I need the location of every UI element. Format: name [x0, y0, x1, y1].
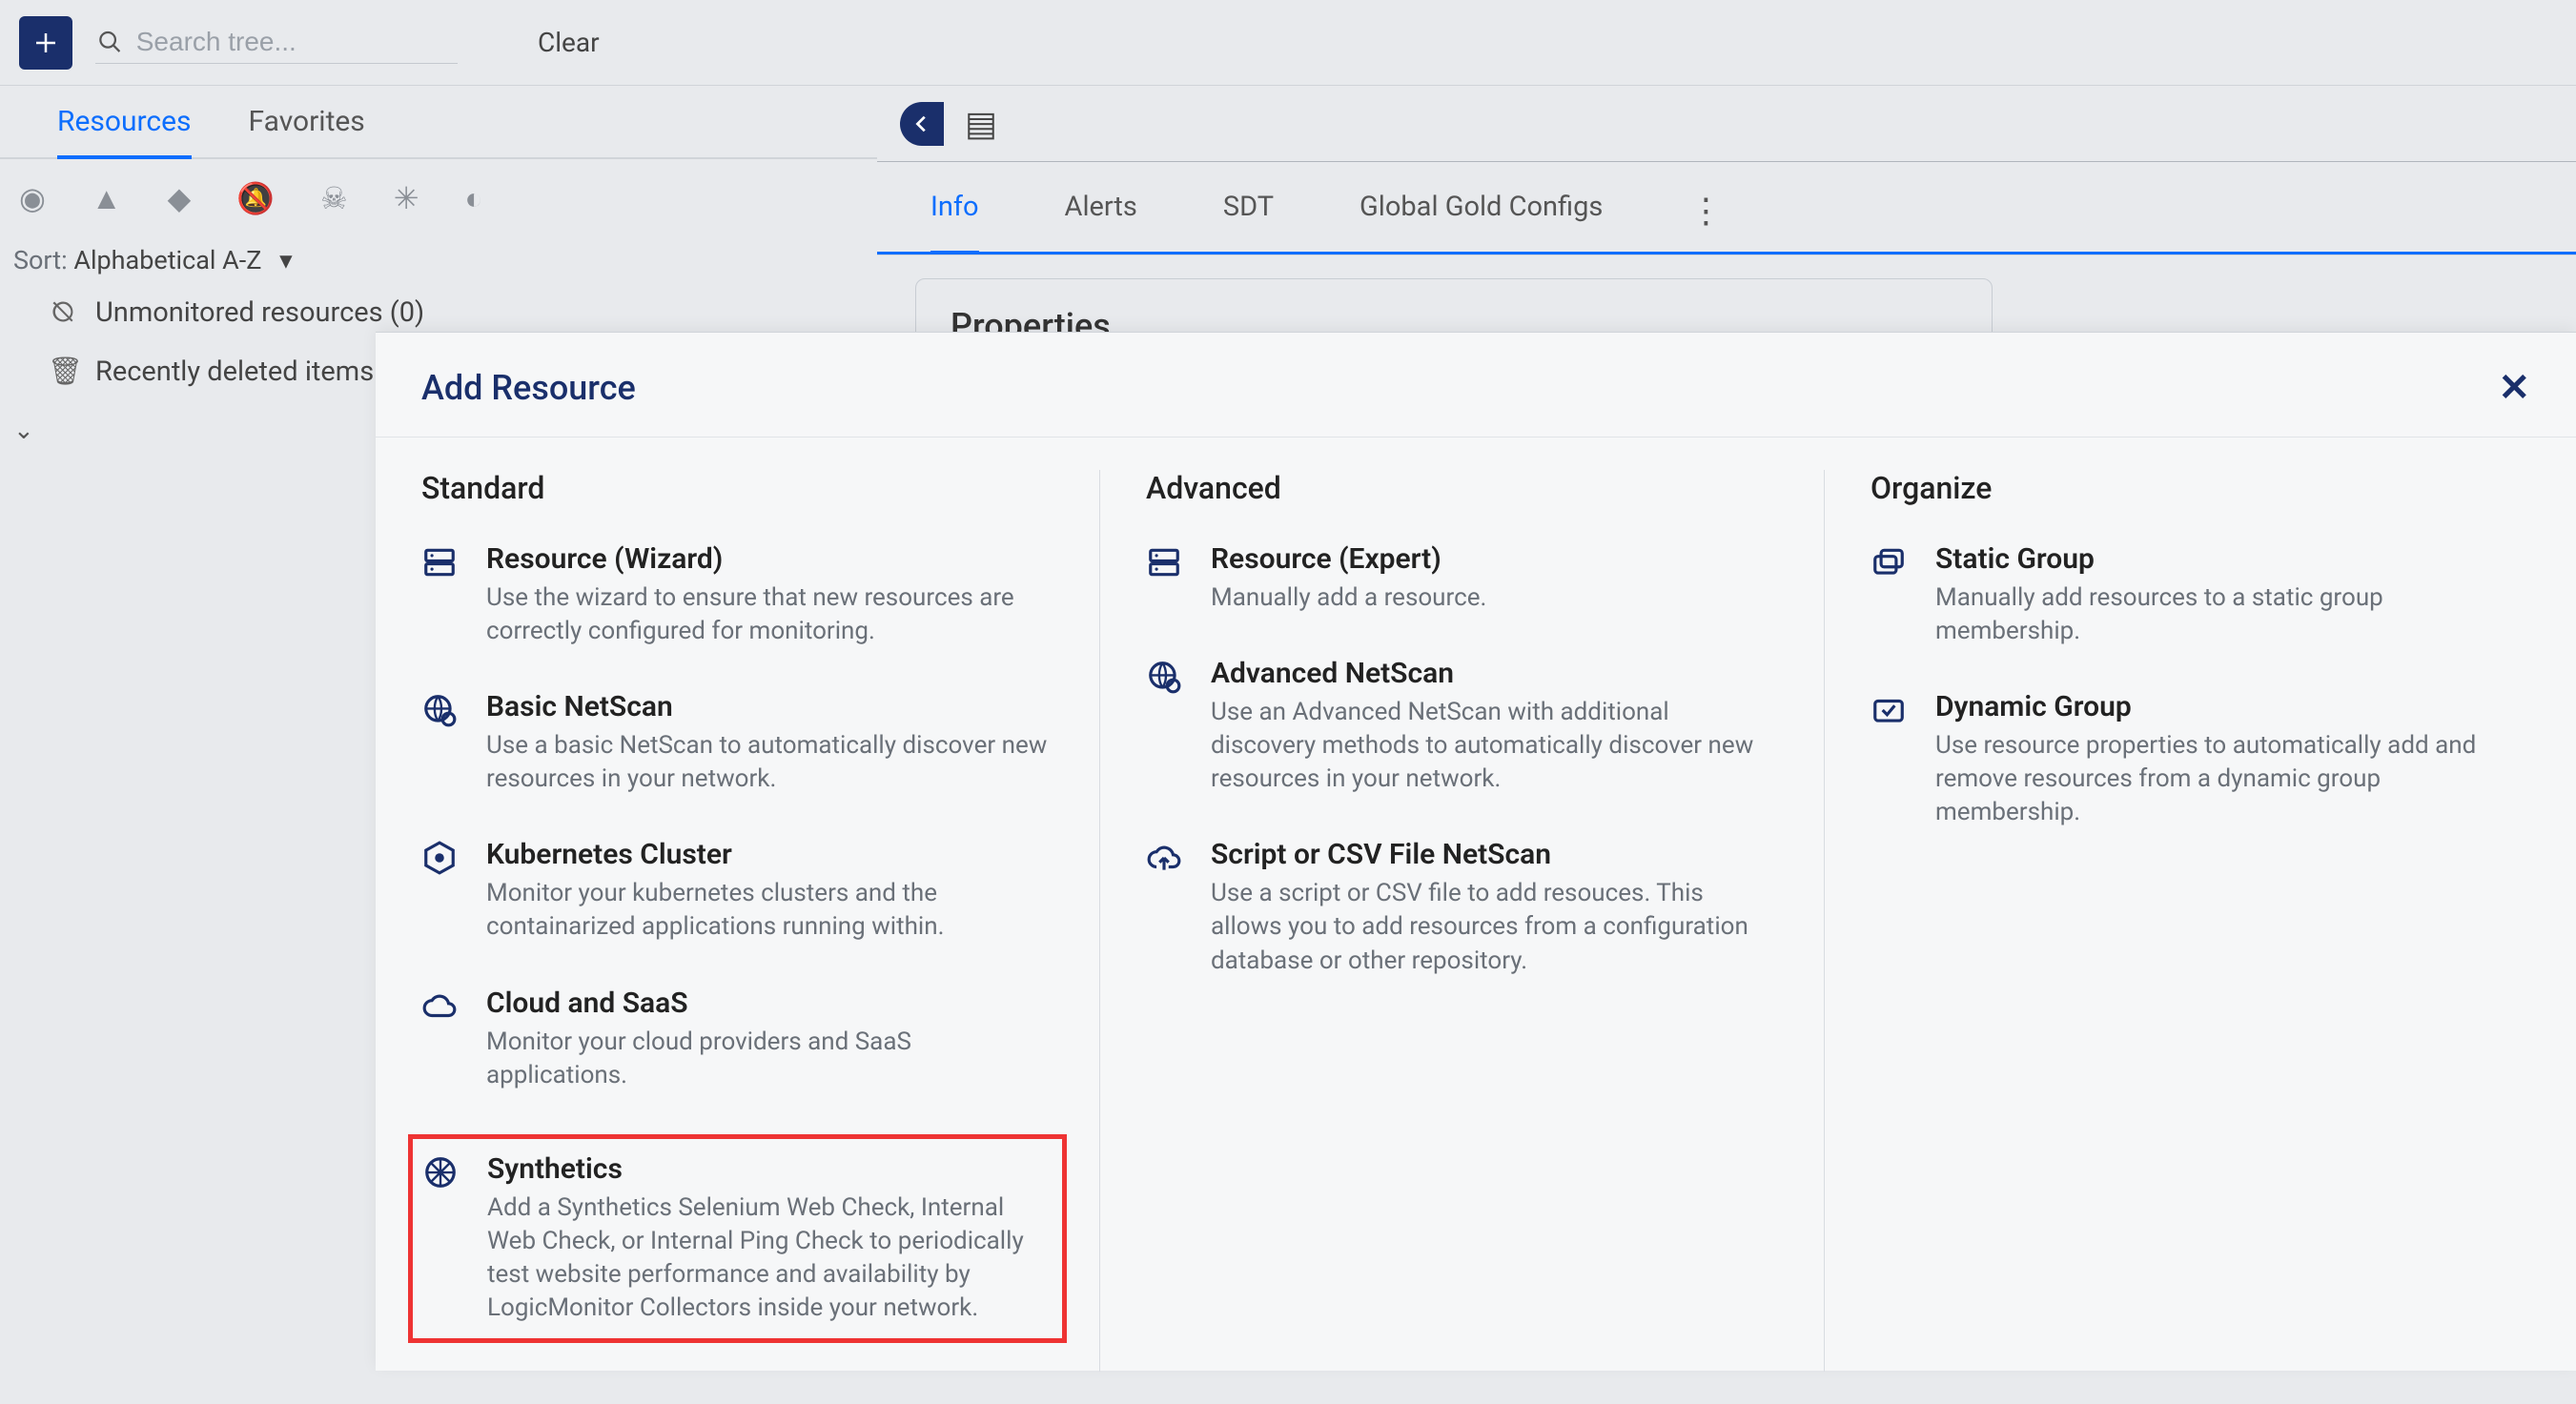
flame-icon[interactable]: ◉ [19, 180, 46, 216]
tab-favorites[interactable]: Favorites [249, 105, 365, 157]
synthetics-icon [422, 1152, 464, 1325]
diamond-icon[interactable]: ◆ [168, 180, 192, 216]
clear-button[interactable]: Clear [538, 27, 600, 58]
option-desc: Manually add a resource. [1211, 581, 1486, 615]
column-heading-organize: Organize [1871, 470, 2530, 506]
right-header: ▤ [877, 86, 2576, 162]
recent-deleted-label: Recently deleted items ( [95, 356, 390, 388]
left-tabs: Resources Favorites [0, 86, 877, 159]
tab-info[interactable]: Info [930, 191, 979, 254]
option-title: Advanced NetScan [1211, 657, 1778, 690]
option-desc: Monitor your kubernetes clusters and the… [486, 877, 1053, 944]
server-icon [1146, 542, 1188, 615]
search-container [95, 21, 458, 64]
modal-title: Add Resource [421, 368, 636, 408]
close-icon[interactable]: ✕ [2498, 365, 2530, 410]
option-title: Resource (Wizard) [486, 542, 1053, 576]
chevron-left-icon [911, 113, 932, 134]
sort-value: Alphabetical A-Z [73, 245, 261, 275]
skull-icon[interactable]: ☠ [320, 180, 348, 216]
add-resource-modal: Add Resource ✕ Standard Resource (Wizard… [376, 332, 2576, 1371]
tab-alerts[interactable]: Alerts [1065, 191, 1137, 252]
column-organize: Organize Static Group Manually add resou… [1825, 470, 2576, 1372]
option-resource-wizard[interactable]: Resource (Wizard) Use the wizard to ensu… [421, 542, 1053, 648]
server-icon [421, 542, 463, 648]
top-bar: Clear [0, 0, 2576, 86]
warning-icon[interactable]: ▲ [92, 180, 122, 216]
option-title: Basic NetScan [486, 690, 1053, 723]
moon-icon[interactable]: ◐ [465, 180, 483, 216]
kubernetes-icon [421, 838, 463, 944]
option-title: Dynamic Group [1935, 690, 2530, 723]
column-advanced: Advanced Resource (Expert) Manually add … [1100, 470, 1825, 1372]
cloud-upload-icon [1146, 838, 1188, 977]
option-desc: Use resource properties to automatically… [1935, 729, 2530, 829]
plus-icon [31, 29, 60, 57]
option-synthetics[interactable]: Synthetics Add a Synthetics Selenium Web… [408, 1134, 1067, 1343]
tab-resources[interactable]: Resources [57, 105, 192, 159]
option-advanced-netscan[interactable]: Advanced NetScan Use an Advanced NetScan… [1146, 657, 1778, 796]
cloud-icon [421, 987, 463, 1092]
chip-icon[interactable]: ✳ [394, 180, 419, 216]
column-standard: Standard Resource (Wizard) Use the wizar… [376, 470, 1100, 1372]
sort-label: Sort: [13, 245, 68, 275]
tab-more-menu[interactable]: ⋮ [1688, 191, 1727, 252]
option-script-csv-netscan[interactable]: Script or CSV File NetScan Use a script … [1146, 838, 1778, 977]
option-title: Synthetics [487, 1152, 1053, 1186]
option-kubernetes-cluster[interactable]: Kubernetes Cluster Monitor your kubernet… [421, 838, 1053, 944]
option-desc: Use an Advanced NetScan with additional … [1211, 696, 1778, 796]
option-title: Kubernetes Cluster [486, 838, 1053, 871]
trash-icon: 🗑 [48, 356, 78, 388]
bell-off-icon[interactable]: 🔕 [236, 180, 275, 216]
layout-icon[interactable]: ▤ [965, 104, 997, 144]
option-cloud-saas[interactable]: Cloud and SaaS Monitor your cloud provid… [421, 987, 1053, 1092]
folder-dynamic-icon [1871, 690, 1912, 829]
chevron-down-icon: ▾ [279, 245, 293, 275]
option-basic-netscan[interactable]: Basic NetScan Use a basic NetScan to aut… [421, 690, 1053, 796]
option-title: Static Group [1935, 542, 2530, 576]
option-desc: Monitor your cloud providers and SaaS ap… [486, 1026, 1053, 1092]
filter-icon-row: ◉ ▲ ◆ 🔕 ☠ ✳ ◐ [0, 159, 877, 237]
option-dynamic-group[interactable]: Dynamic Group Use resource properties to… [1871, 690, 2530, 829]
collapse-panel-button[interactable] [900, 102, 944, 146]
globe-scan-icon [421, 690, 463, 796]
option-desc: Add a Synthetics Selenium Web Check, Int… [487, 1191, 1053, 1325]
option-resource-expert[interactable]: Resource (Expert) Manually add a resourc… [1146, 542, 1778, 615]
globe-scan-icon [1146, 657, 1188, 796]
column-heading-advanced: Advanced [1146, 470, 1778, 506]
tab-sdt[interactable]: SDT [1223, 191, 1274, 252]
option-desc: Manually add resources to a static group… [1935, 581, 2530, 648]
search-input[interactable] [136, 27, 456, 57]
option-desc: Use a script or CSV file to add resouces… [1211, 877, 1778, 977]
option-title: Cloud and SaaS [486, 987, 1053, 1020]
search-icon [97, 28, 123, 56]
right-tabs: Info Alerts SDT Global Gold Configs ⋮ [877, 162, 2576, 254]
option-title: Script or CSV File NetScan [1211, 838, 1778, 871]
column-heading-standard: Standard [421, 470, 1053, 506]
option-static-group[interactable]: Static Group Manually add resources to a… [1871, 542, 2530, 648]
add-resource-button[interactable] [19, 16, 72, 70]
option-desc: Use the wizard to ensure that new resour… [486, 581, 1053, 648]
sort-row[interactable]: Sort: Alphabetical A-Z ▾ [0, 237, 877, 283]
eye-off-icon: ⦰ [48, 296, 78, 329]
modal-header: Add Resource ✕ [376, 333, 2576, 437]
option-title: Resource (Expert) [1211, 542, 1486, 576]
tab-global-gold-configs[interactable]: Global Gold Configs [1360, 191, 1603, 252]
option-desc: Use a basic NetScan to automatically dis… [486, 729, 1053, 796]
folder-stack-icon [1871, 542, 1912, 648]
unmonitored-label: Unmonitored resources (0) [95, 296, 424, 329]
